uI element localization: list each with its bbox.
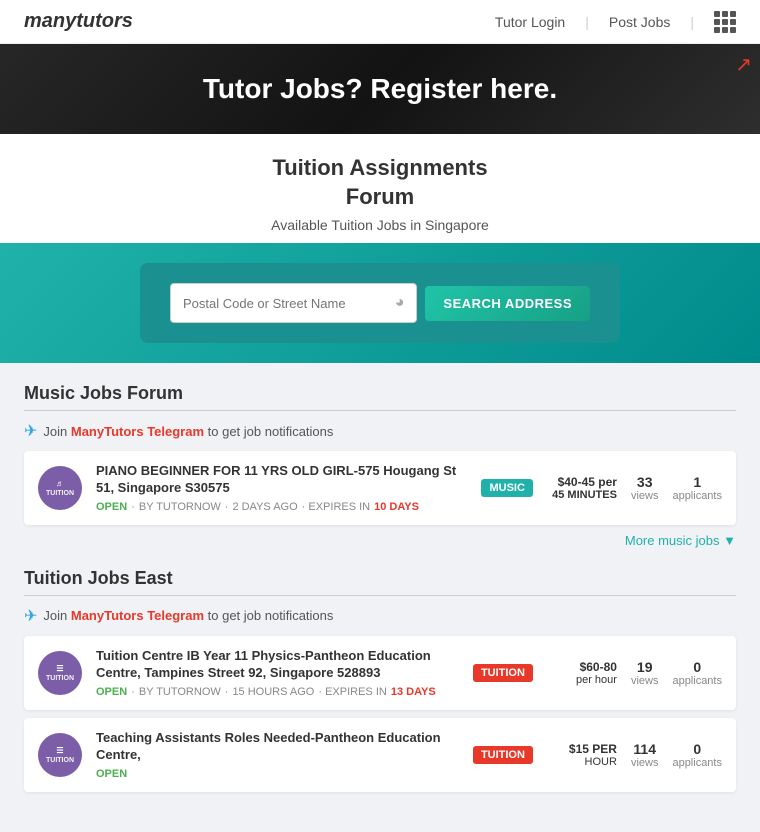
tuition-job-card-1[interactable]: ☰ TUITION Tuition Centre IB Year 11 Phys… xyxy=(24,636,736,710)
more-arrow-icon: ▼ xyxy=(723,533,736,548)
tuition-job-posted-time-1: 15 HOURS AGO xyxy=(232,686,314,698)
tuition-job-applicants-1: 0 applicants xyxy=(672,659,722,687)
music-section-title: Music Jobs Forum xyxy=(24,383,736,404)
tuition-job-posted-by-1: BY TUTORNOW xyxy=(139,686,221,698)
grid-menu-icon[interactable] xyxy=(714,11,736,33)
tuition-east-section-title: Tuition Jobs East xyxy=(24,568,736,589)
page-title: Tuition AssignmentsForum xyxy=(24,154,736,211)
tuition-job-avatar-2: ☰ TUITION xyxy=(38,733,82,777)
telegram-icon-2: ✈ xyxy=(24,606,37,626)
job-category-badge: MUSIC xyxy=(481,479,532,497)
tuition-job-info-1: Tuition Centre IB Year 11 Physics-Panthe… xyxy=(96,648,459,698)
header-nav: Tutor Login | Post Jobs | xyxy=(495,11,736,33)
tuition-job-meta-1: OPEN · BY TUTORNOW · 15 HOURS AGO · EXPI… xyxy=(96,686,459,698)
banner[interactable]: Tutor Jobs? Register here. ↗ xyxy=(0,44,760,134)
location-icon: ◕ xyxy=(395,294,405,312)
tuition-category-badge-1: TUITION xyxy=(473,664,533,682)
more-music-link[interactable]: More music jobs ▼ xyxy=(625,533,736,548)
tuition-job-status-2: OPEN xyxy=(96,768,127,780)
tuition-job-views-2: 114 views xyxy=(631,741,659,769)
job-rate: $40-45 per 45 MINUTES xyxy=(547,475,617,501)
job-card[interactable]: ♬ TUITION PIANO BEGINNER FOR 11 YRS OLD … xyxy=(24,451,736,525)
tuition-job-avatar-1: ☰ TUITION xyxy=(38,651,82,695)
search-section: ◕ SEARCH ADDRESS xyxy=(0,243,760,363)
nav-divider-2: | xyxy=(690,14,694,30)
search-input[interactable] xyxy=(183,296,387,311)
job-avatar: ♬ TUITION xyxy=(38,466,82,510)
telegram-link[interactable]: ManyTutors Telegram xyxy=(71,424,204,439)
page-header: Tuition AssignmentsForum Available Tuiti… xyxy=(0,134,760,243)
header: manytutors Tutor Login | Post Jobs | xyxy=(0,0,760,44)
nav-divider: | xyxy=(585,14,589,30)
tuition-job-info-2: Teaching Assistants Roles Needed-Pantheo… xyxy=(96,730,459,780)
page-subtitle: Available Tuition Jobs in Singapore xyxy=(24,217,736,233)
job-posted-time: 2 DAYS AGO xyxy=(232,501,297,513)
tuition-job-expires-1: 13 DAYS xyxy=(391,686,436,698)
tuition-job-title-2: Teaching Assistants Roles Needed-Pantheo… xyxy=(96,730,459,764)
music-jobs-section: Music Jobs Forum ✈ Join ManyTutors Teleg… xyxy=(24,383,736,548)
logo-text: manytutors xyxy=(24,10,133,32)
tuition-category-badge-2: TUITION xyxy=(473,746,533,764)
job-applicants: 1 applicants xyxy=(672,474,722,502)
search-input-wrapper[interactable]: ◕ xyxy=(170,283,417,323)
more-music-jobs-link[interactable]: More music jobs ▼ xyxy=(24,533,736,548)
rate-value: $40-45 per xyxy=(547,475,617,489)
job-views: 33 views xyxy=(631,474,659,502)
search-button[interactable]: SEARCH ADDRESS xyxy=(425,286,590,321)
tuition-job-rate-1: $60-80 per hour xyxy=(547,660,617,686)
job-title: PIANO BEGINNER FOR 11 YRS OLD GIRL-575 H… xyxy=(96,463,467,497)
tuition-job-meta-2: OPEN xyxy=(96,768,459,780)
job-stats: 33 views 1 applicants xyxy=(631,474,722,502)
tuition-telegram-bar: ✈ Join ManyTutors Telegram to get job no… xyxy=(24,606,736,626)
telegram-text-2: Join ManyTutors Telegram to get job noti… xyxy=(43,608,333,623)
tuition-job-stats-2: 114 views 0 applicants xyxy=(631,741,722,769)
telegram-icon: ✈ xyxy=(24,421,37,441)
music-telegram-bar: ✈ Join ManyTutors Telegram to get job no… xyxy=(24,421,736,441)
job-info: PIANO BEGINNER FOR 11 YRS OLD GIRL-575 H… xyxy=(96,463,467,513)
logo[interactable]: manytutors xyxy=(24,10,133,33)
telegram-text: Join ManyTutors Telegram to get job noti… xyxy=(43,424,333,439)
job-status: OPEN xyxy=(96,501,127,513)
tuition-job-title-1: Tuition Centre IB Year 11 Physics-Panthe… xyxy=(96,648,459,682)
tuition-job-status-1: OPEN xyxy=(96,686,127,698)
post-jobs-link[interactable]: Post Jobs xyxy=(609,14,670,30)
banner-text: Tutor Jobs? Register here. xyxy=(203,73,557,105)
tuition-jobs-east-section: Tuition Jobs East ✈ Join ManyTutors Tele… xyxy=(24,568,736,792)
search-box: ◕ SEARCH ADDRESS xyxy=(140,263,620,343)
section-divider xyxy=(24,410,736,411)
job-expires: 10 DAYS xyxy=(374,501,419,513)
tuition-job-rate-2: $15 PER HOUR xyxy=(547,742,617,768)
rate-period: 45 MINUTES xyxy=(547,489,617,501)
tuition-job-views-1: 19 views xyxy=(631,659,659,687)
tuition-job-applicants-2: 0 applicants xyxy=(672,741,722,769)
section-divider-2 xyxy=(24,595,736,596)
job-posted-by: BY TUTORNOW xyxy=(139,501,221,513)
job-meta: OPEN · BY TUTORNOW · 2 DAYS AGO · EXPIRE… xyxy=(96,501,467,513)
banner-link-icon: ↗ xyxy=(735,52,752,77)
telegram-link-2[interactable]: ManyTutors Telegram xyxy=(71,608,204,623)
tuition-job-stats-1: 19 views 0 applicants xyxy=(631,659,722,687)
tutor-login-link[interactable]: Tutor Login xyxy=(495,14,565,30)
main-content: Music Jobs Forum ✈ Join ManyTutors Teleg… xyxy=(0,363,760,831)
tuition-job-card-2[interactable]: ☰ TUITION Teaching Assistants Roles Need… xyxy=(24,718,736,792)
